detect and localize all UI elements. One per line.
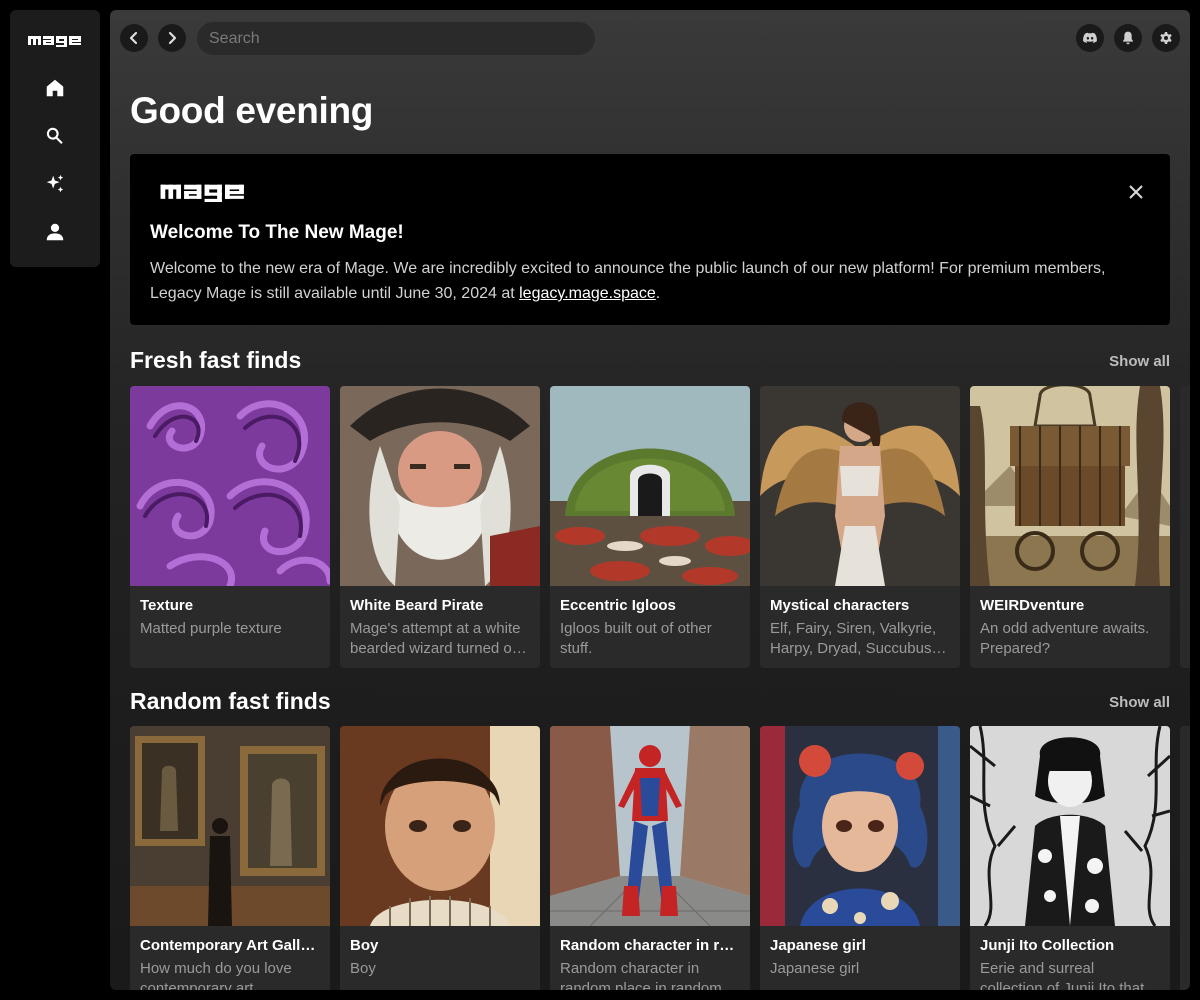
sidebar-item-home[interactable] xyxy=(35,68,75,108)
card-weirdventure[interactable]: WEIRDventure An odd adventure awaits. Pr… xyxy=(970,386,1170,668)
mage-logo-mark xyxy=(28,36,81,47)
welcome-banner: Welcome To The New Mage! Welcome to the … xyxy=(130,154,1170,325)
card-image xyxy=(340,386,540,586)
card-description: How much do you love contemporary art xyxy=(140,960,292,990)
section-title-fresh: Fresh fast finds xyxy=(130,347,302,373)
card-description: Mage's attempt at a white bearded wizard… xyxy=(350,620,525,657)
card-description: Matted purple texture xyxy=(140,620,282,637)
home-icon xyxy=(46,79,64,97)
card-description: Igloos built out of other stuff. xyxy=(560,620,712,657)
wagon-image xyxy=(970,386,1170,586)
card-image xyxy=(970,386,1170,586)
card-title: White Beard Pirate xyxy=(350,597,484,614)
card-image xyxy=(550,726,750,926)
gear-icon xyxy=(1160,32,1172,44)
page-title: Good evening xyxy=(130,90,374,131)
gallery-image xyxy=(130,726,330,926)
spider-man-street-image xyxy=(550,726,750,926)
card-contemporary-art[interactable]: Contemporary Art Gallery How much do you… xyxy=(130,726,330,990)
banner-close-button[interactable] xyxy=(1124,180,1148,204)
junji-ito-image xyxy=(970,726,1170,926)
card-image xyxy=(760,726,960,926)
back-icon xyxy=(129,31,138,45)
card-white-beard-pirate[interactable]: White Beard Pirate Mage's attempt at a w… xyxy=(340,386,540,668)
sidebar-item-create[interactable] xyxy=(35,164,75,204)
card-image xyxy=(130,726,330,926)
card-japanese-girl[interactable]: Japanese girl Japanese girl xyxy=(760,726,960,990)
card-title: Texture xyxy=(140,597,194,614)
card-title: Mystical characters xyxy=(770,597,910,614)
back-button[interactable] xyxy=(120,24,148,52)
banner-text-end: . xyxy=(655,285,661,302)
igloo-image xyxy=(550,386,750,586)
search-icon xyxy=(46,127,63,144)
card-title: WEIRDventure xyxy=(980,597,1085,614)
card-title: Boy xyxy=(350,937,379,954)
pirate-image xyxy=(340,386,540,586)
card-title: Contemporary Art Gallery xyxy=(140,937,322,954)
japanese-girl-image xyxy=(760,726,960,926)
show-all-random-link[interactable]: Show all xyxy=(1109,694,1170,711)
settings-button[interactable] xyxy=(1152,24,1180,52)
card-description: Random character in random place in rand… xyxy=(560,960,722,990)
card-image xyxy=(340,726,540,926)
winged-character-image xyxy=(760,386,960,586)
purple-swirl-image xyxy=(130,386,330,586)
card-description: Japanese girl xyxy=(770,960,860,977)
card-description: Eerie and surreal collection of Junji It… xyxy=(980,960,1145,990)
banner-text: Welcome to the new era of Mage. We are i… xyxy=(150,256,1155,306)
notifications-button[interactable] xyxy=(1114,24,1142,52)
card-title: Junji Ito Collection xyxy=(980,937,1115,954)
sidebar xyxy=(10,10,100,267)
main-panel: Good evening Welcome To The New Mage! We… xyxy=(110,10,1190,990)
banner-mage-logo xyxy=(150,180,256,202)
bell-icon xyxy=(1123,31,1133,45)
sparkles-icon xyxy=(46,174,64,193)
card-image xyxy=(970,726,1170,926)
close-icon xyxy=(1129,185,1143,199)
legacy-link[interactable]: legacy.mage.space xyxy=(519,285,656,302)
next-card-peek xyxy=(1180,726,1190,990)
card-image xyxy=(130,386,330,586)
card-texture[interactable]: Texture Matted purple texture xyxy=(130,386,330,668)
sidebar-item-profile[interactable] xyxy=(35,212,75,252)
card-title: Japanese girl xyxy=(770,937,866,954)
card-random-character[interactable]: Random character in random place Random … xyxy=(550,726,750,990)
banner-logo-mark xyxy=(160,184,244,202)
card-description: Boy xyxy=(350,960,376,977)
show-all-fresh-link[interactable]: Show all xyxy=(1109,353,1170,370)
sidebar-item-search[interactable] xyxy=(35,116,75,156)
card-boy[interactable]: Boy Boy xyxy=(340,726,540,990)
discord-icon xyxy=(1083,32,1097,43)
card-junji-ito[interactable]: Junji Ito Collection Eerie and surreal c… xyxy=(970,726,1170,990)
forward-icon xyxy=(168,31,177,45)
card-mystical-characters[interactable]: Mystical characters Elf, Fairy, Siren, V… xyxy=(760,386,960,668)
section-title-random: Random fast finds xyxy=(130,688,331,714)
forward-button[interactable] xyxy=(158,24,186,52)
boy-portrait-image xyxy=(340,726,540,926)
next-card-peek xyxy=(1180,386,1190,668)
card-title: Random character in random place xyxy=(560,937,742,954)
topbar xyxy=(110,10,1190,68)
card-description: Elf, Fairy, Siren, Valkyrie, Harpy, Drya… xyxy=(770,620,937,657)
discord-button[interactable] xyxy=(1076,24,1104,52)
card-eccentric-igloos[interactable]: Eccentric Igloos Igloos built out of oth… xyxy=(550,386,750,668)
mage-logo[interactable] xyxy=(28,33,82,47)
user-icon xyxy=(46,223,64,241)
banner-title: Welcome To The New Mage! xyxy=(150,222,404,243)
card-description: An odd adventure awaits. Prepared? xyxy=(980,620,1150,657)
card-title: Eccentric Igloos xyxy=(560,597,676,614)
card-image xyxy=(550,386,750,586)
card-image xyxy=(760,386,960,586)
search-input[interactable] xyxy=(197,22,595,55)
